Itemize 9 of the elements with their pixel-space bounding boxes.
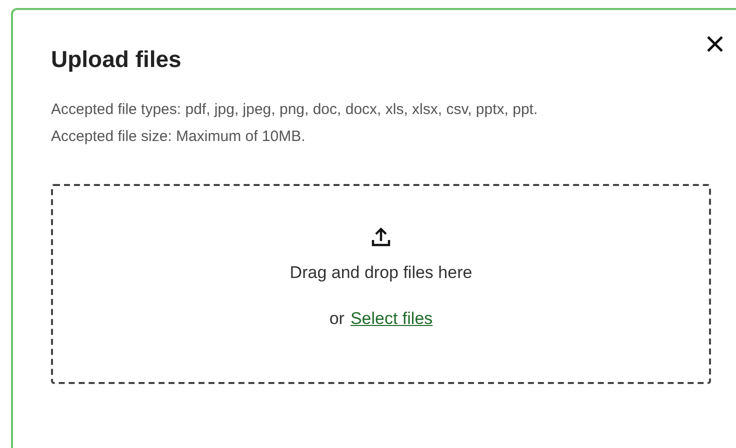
dropzone[interactable]: Drag and drop files here or Select files [51, 184, 711, 384]
accepted-types-text: Accepted file types: pdf, jpg, jpeg, png, doc, docx, xls, xlsx, csv, pptx, ppt. [51, 100, 539, 120]
drag-drop-text: Drag and drop files here [290, 262, 472, 284]
close-icon [706, 35, 724, 53]
select-files-link[interactable]: Select files [350, 306, 433, 331]
dialog-title: Upload files [51, 45, 182, 74]
upload-icon [370, 226, 392, 248]
or-text: or [329, 308, 344, 330]
accepted-size-text: Accepted file size: Maximum of 10MB. [51, 127, 306, 147]
